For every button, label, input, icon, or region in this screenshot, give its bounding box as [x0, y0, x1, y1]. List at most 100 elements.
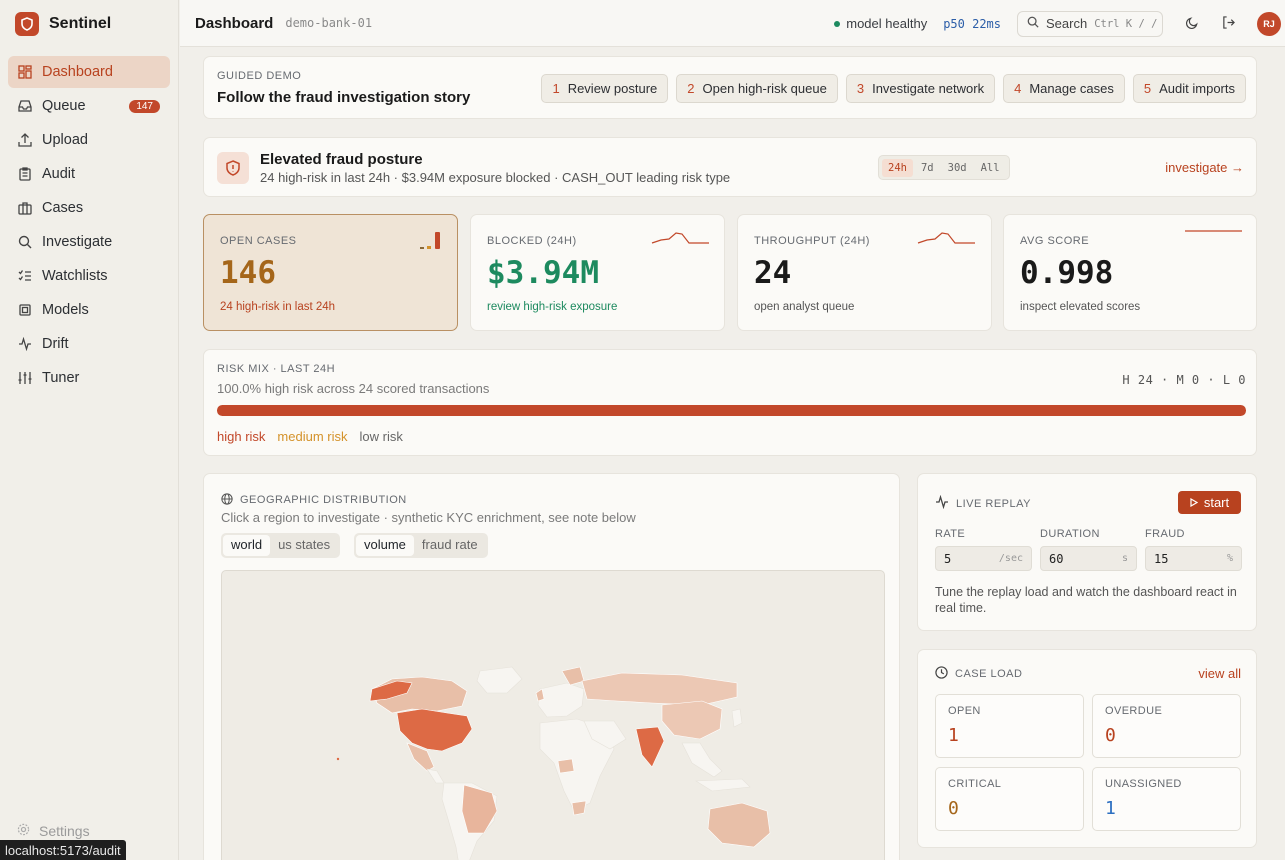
case-load-critical[interactable]: CRITICAL 0: [935, 767, 1084, 831]
step-label: Audit imports: [1159, 81, 1235, 96]
cpu-icon: [17, 302, 33, 318]
search-icon: [17, 234, 33, 250]
sidebar-item-settings[interactable]: Settings: [17, 823, 90, 839]
brand[interactable]: Sentinel: [0, 0, 178, 48]
sidebar-item-label: Tuner: [42, 370, 80, 386]
risk-mix-bar: [217, 405, 1246, 416]
case-load-label: OVERDUE: [1105, 705, 1163, 717]
demo-step-investigate-network[interactable]: 3 Investigate network: [845, 74, 996, 103]
live-replay-title: LIVE REPLAY: [956, 497, 1031, 510]
list-check-icon: [17, 268, 33, 284]
map-metric-toggle: volume fraud rate: [354, 533, 488, 558]
status-dot-icon: [834, 20, 841, 27]
sidebar-item-audit[interactable]: Audit: [8, 158, 170, 190]
sidebar-item-tuner[interactable]: Tuner: [8, 362, 170, 394]
kpi-open-cases[interactable]: OPEN CASES 146 24 high-risk in last 24h: [203, 214, 458, 331]
rate-label: RATE: [935, 528, 966, 540]
topbar: Dashboard demo-bank-01 model healthy p50…: [180, 0, 1285, 47]
case-load-unassigned[interactable]: UNASSIGNED 1: [1092, 767, 1241, 831]
metric-fraud-rate[interactable]: fraud rate: [414, 535, 486, 556]
duration-input[interactable]: 60 s: [1040, 546, 1137, 571]
case-load-value: 1: [948, 725, 959, 746]
risk-mix-counts: H 24 · M 0 · L 0: [1122, 373, 1246, 387]
scope-us-states[interactable]: us states: [270, 535, 338, 556]
range-30d[interactable]: 30d: [942, 159, 973, 177]
demo-step-audit-imports[interactable]: 5 Audit imports: [1132, 74, 1246, 103]
range-7d[interactable]: 7d: [915, 159, 940, 177]
sidebar-item-investigate[interactable]: Investigate: [8, 226, 170, 258]
activity-icon: [935, 494, 949, 512]
sidebar-item-dashboard[interactable]: Dashboard: [8, 56, 170, 88]
tenant-id: demo-bank-01: [285, 16, 373, 30]
kpi-sparkline: [917, 232, 975, 244]
kpi-label: THROUGHPUT (24H): [754, 235, 870, 247]
sidebar-item-label: Investigate: [42, 234, 113, 250]
risk-mix-legend: high risk medium risk low risk: [217, 429, 403, 444]
kpi-sub: open analyst queue: [754, 301, 855, 313]
duration-value: 60: [1049, 551, 1064, 566]
demo-step-high-risk-queue[interactable]: 2 Open high-risk queue: [676, 74, 838, 103]
risk-mix-subtitle: 100.0% high risk across 24 scored transa…: [217, 381, 490, 396]
step-label: Investigate network: [872, 81, 985, 96]
sidebar-item-upload[interactable]: Upload: [8, 124, 170, 156]
sidebar-item-cases[interactable]: Cases: [8, 192, 170, 224]
geo-subtitle: Click a region to investigate · syntheti…: [221, 510, 636, 525]
posture-title: Elevated fraud posture: [260, 151, 423, 168]
map-scope-toggle: world us states: [221, 533, 341, 558]
fraud-posture-banner: Elevated fraud posture 24 high-risk in l…: [203, 137, 1257, 197]
rate-unit: /sec: [998, 553, 1023, 564]
view-all-link[interactable]: view all: [1198, 666, 1241, 681]
kpi-label: OPEN CASES: [220, 235, 297, 247]
search-button[interactable]: Search Ctrl K / /: [1017, 10, 1163, 37]
demo-step-review-posture[interactable]: 1 Review posture: [541, 74, 669, 103]
shield-logo-icon: [15, 12, 39, 36]
kpi-blocked[interactable]: BLOCKED (24H) $3.94M review high-risk ex…: [470, 214, 725, 331]
world-choropleth-map[interactable]: [221, 570, 885, 860]
kpi-label: AVG SCORE: [1020, 235, 1090, 247]
avatar[interactable]: RJ: [1257, 11, 1281, 36]
sidebar-item-watchlists[interactable]: Watchlists: [8, 260, 170, 292]
sidebar-item-label: Upload: [42, 132, 88, 148]
region-central-america: [426, 768, 445, 784]
sidebar-item-models[interactable]: Models: [8, 294, 170, 326]
metric-volume[interactable]: volume: [356, 535, 414, 556]
legend-medium-risk: medium risk: [277, 429, 348, 444]
scope-world[interactable]: world: [223, 535, 271, 556]
kpi-throughput[interactable]: THROUGHPUT (24H) 24 open analyst queue: [737, 214, 992, 331]
sidebar-item-queue[interactable]: Queue 147: [8, 90, 170, 122]
app-name: Sentinel: [49, 15, 112, 32]
case-load-label: UNASSIGNED: [1105, 778, 1182, 790]
rate-input[interactable]: 5 /sec: [935, 546, 1032, 571]
region-brazil: [461, 784, 498, 834]
theme-toggle-button[interactable]: [1179, 11, 1205, 37]
investigate-link[interactable]: investigate →: [1165, 160, 1244, 175]
region-europe: [537, 682, 585, 718]
moon-icon: [1185, 16, 1199, 32]
legend-low-risk: low risk: [359, 429, 403, 444]
sidebar: Sentinel Dashboard Queue 147 Upload Audi…: [0, 0, 179, 860]
logout-button[interactable]: [1215, 11, 1241, 37]
case-load-open[interactable]: OPEN 1: [935, 694, 1084, 758]
region-india: [635, 726, 665, 768]
sidebar-item-label: Audit: [42, 166, 76, 182]
step-number: 3: [856, 81, 865, 96]
queue-count-badge: 147: [129, 99, 160, 113]
sidebar-item-label: Models: [42, 302, 89, 318]
range-24h[interactable]: 24h: [882, 158, 913, 177]
start-replay-button[interactable]: start: [1178, 491, 1241, 514]
range-all[interactable]: All: [975, 159, 1006, 177]
kpi-sub: 24 high-risk in last 24h: [220, 301, 336, 313]
kpi-avg-score[interactable]: AVG SCORE 0.998 inspect elevated scores: [1003, 214, 1257, 331]
step-number: 1: [552, 81, 560, 96]
case-load-overdue[interactable]: OVERDUE 0: [1092, 694, 1241, 758]
step-number: 5: [1143, 81, 1152, 96]
case-load-label: OPEN: [948, 705, 981, 717]
browser-status-url: localhost:5173/audit: [0, 840, 126, 860]
region-russia: [581, 672, 738, 706]
start-label: start: [1203, 495, 1230, 510]
demo-step-manage-cases[interactable]: 4 Manage cases: [1003, 74, 1125, 103]
fraud-unit: %: [1226, 553, 1233, 564]
sidebar-item-drift[interactable]: Drift: [8, 328, 170, 360]
fraud-input[interactable]: 15 %: [1145, 546, 1242, 571]
step-label: Manage cases: [1029, 81, 1114, 96]
